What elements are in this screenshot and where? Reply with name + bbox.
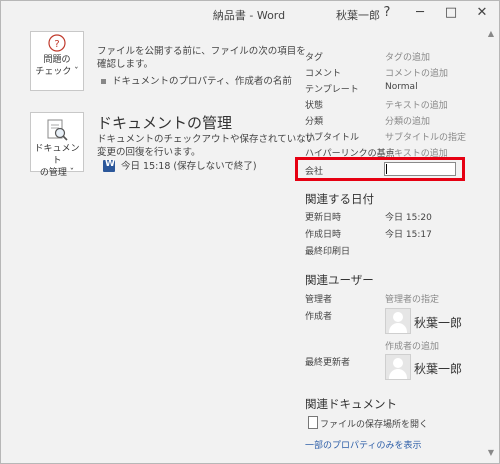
- prop-label-comments: コメント: [305, 69, 342, 79]
- prop-value-tags[interactable]: タグの追加: [385, 50, 430, 63]
- prop-value-status[interactable]: テキストの追加: [385, 98, 448, 111]
- manager-value[interactable]: 管理者の指定: [385, 292, 439, 305]
- open-file-location-link[interactable]: ファイルの保存場所を開く: [320, 417, 428, 430]
- check-issues-icon: ?: [48, 34, 66, 52]
- related-dates-heading: 関連する日付: [305, 192, 374, 206]
- text-cursor: [386, 164, 387, 174]
- check-issues-label-2: チェック ˇ: [35, 67, 79, 77]
- maximize-icon[interactable]: □: [437, 2, 465, 24]
- bullet-square-icon: [101, 79, 106, 84]
- prop-label-company: 会社: [305, 167, 324, 177]
- check-issues-label-1: 問題の: [43, 55, 71, 65]
- word-document-icon: W: [103, 159, 115, 172]
- title-bar: 納品書 - Word 秋葉一郎 ? ─ □ ✕: [0, 0, 498, 27]
- manage-document-button[interactable]: ドキュメント の管理 ˇ: [30, 112, 84, 178]
- svg-text:?: ?: [54, 39, 59, 50]
- prop-value-categories[interactable]: 分類の追加: [385, 114, 430, 127]
- scroll-up-arrow-icon[interactable]: ▲: [485, 29, 497, 39]
- prop-label-subtitle: サブタイトル: [305, 133, 360, 143]
- prop-label-status: 状態: [305, 101, 324, 111]
- inspect-bullet-text: ドキュメントのプロパティ、作成者の名前: [112, 76, 292, 87]
- minimize-icon[interactable]: ─: [406, 2, 434, 24]
- close-icon[interactable]: ✕: [468, 2, 496, 24]
- manage-document-heading: ドキュメントの管理: [97, 114, 233, 132]
- prop-label-template: テンプレート: [305, 85, 359, 95]
- related-documents-heading: 関連ドキュメント: [305, 397, 397, 411]
- check-for-issues-button[interactable]: ? 問題の チェック ˇ: [30, 31, 84, 91]
- version-entry[interactable]: 今日 15:18 (保存しないで終了): [121, 160, 257, 173]
- prop-label-categories: 分類: [305, 117, 324, 127]
- manage-document-icon: [47, 119, 68, 141]
- company-field[interactable]: [384, 162, 456, 176]
- inspect-description-line1: ファイルを公開する前に、ファイルの次の項目を: [97, 46, 306, 57]
- show-fewer-properties-link[interactable]: 一部のプロパティのみを表示: [305, 438, 421, 451]
- author-name[interactable]: 秋葉一郎: [414, 314, 462, 331]
- prop-label-tags: タグ: [305, 53, 324, 63]
- manage-document-label-2: の管理 ˇ: [39, 168, 75, 178]
- scroll-down-arrow-icon[interactable]: ▼: [485, 448, 497, 458]
- related-people-heading: 関連ユーザー: [305, 273, 374, 287]
- date-label-last-printed: 最終印刷日: [305, 247, 351, 257]
- folder-open-icon: [308, 416, 318, 429]
- author-label: 作成者: [305, 312, 333, 322]
- prop-value-subtitle[interactable]: サブタイトルの指定: [385, 130, 466, 143]
- add-author-link[interactable]: 作成者の追加: [385, 339, 439, 352]
- date-label-modified: 更新日時: [305, 213, 342, 223]
- manage-description-line1: ドキュメントのチェックアウトや保存されていない: [97, 134, 316, 145]
- date-value-modified: 今日 15:20: [385, 213, 432, 223]
- last-modified-avatar-icon: [385, 354, 411, 380]
- date-label-created: 作成日時: [305, 230, 342, 240]
- prop-value-template: Normal: [385, 82, 418, 92]
- help-icon[interactable]: ?: [373, 2, 401, 24]
- last-modified-by-label: 最終更新者: [305, 358, 351, 368]
- manage-description-line2: 変更の回復を行います。: [97, 147, 201, 158]
- inspect-description-line2: 確認します。: [97, 59, 154, 70]
- last-modified-name[interactable]: 秋葉一郎: [414, 360, 462, 377]
- author-avatar-icon: [385, 308, 411, 334]
- prop-value-comments[interactable]: コメントの追加: [385, 66, 448, 79]
- manager-label: 管理者: [305, 295, 333, 305]
- inspect-bullet-item: ドキュメントのプロパティ、作成者の名前: [101, 73, 292, 87]
- date-value-created: 今日 15:17: [385, 230, 432, 240]
- manage-document-label-1: ドキュメント: [34, 144, 80, 166]
